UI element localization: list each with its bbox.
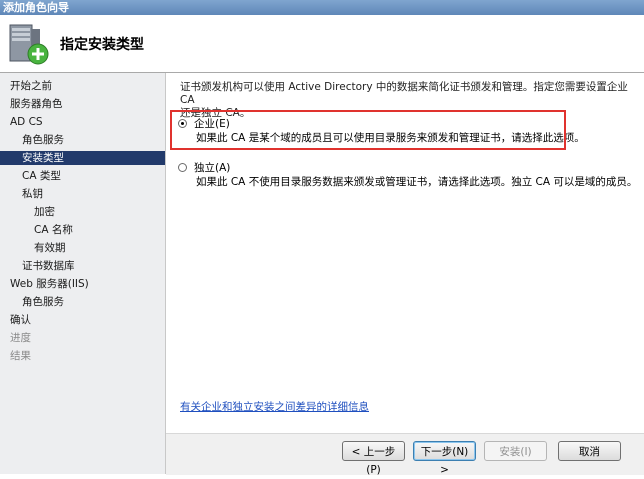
sidebar-item-private-key[interactable]: 私钥: [0, 187, 165, 201]
help-link[interactable]: 有关企业和独立安装之间差异的详细信息: [180, 399, 369, 414]
sidebar-item-ca-type[interactable]: CA 类型: [0, 169, 165, 183]
wizard-header: 指定安装类型: [0, 15, 644, 73]
sidebar-item-ad-cs[interactable]: AD CS: [0, 115, 165, 129]
wizard-sidebar: 开始之前 服务器角色 AD CS 角色服务 安装类型 CA 类型 私钥 加密 C…: [0, 73, 166, 474]
sidebar-item-setup-type[interactable]: 安装类型: [0, 151, 165, 165]
standalone-label[interactable]: 独立(A): [194, 161, 230, 175]
window-title: 添加角色向导: [3, 1, 69, 14]
install-button: 安装(I): [484, 441, 547, 461]
sidebar-item-confirmation[interactable]: 确认: [0, 313, 165, 327]
sidebar-item-web-role-services[interactable]: 角色服务: [0, 295, 165, 309]
standalone-radio[interactable]: [178, 163, 187, 172]
cancel-button[interactable]: 取消: [558, 441, 621, 461]
sidebar-item-ca-name[interactable]: CA 名称: [0, 223, 165, 237]
sidebar-item-progress: 进度: [10, 332, 31, 344]
previous-button[interactable]: < 上一步(P): [342, 441, 405, 476]
wizard-footer: < 上一步(P) 下一步(N) > 安装(I) 取消: [166, 433, 644, 476]
sidebar-item-web-server[interactable]: Web 服务器(IIS): [0, 277, 165, 291]
annotation-highlight-box: [170, 110, 566, 150]
server-add-icon: [9, 24, 49, 65]
sidebar-item-cryptography[interactable]: 加密: [0, 205, 165, 219]
page-title: 指定安装类型: [60, 37, 144, 53]
next-button[interactable]: 下一步(N) >: [413, 441, 476, 476]
standalone-description: 如果此 CA 不使用目录服务数据来颁发或管理证书，请选择此选项。独立 CA 可以…: [196, 176, 638, 188]
sidebar-item-results: 结果: [10, 350, 31, 362]
window-title-bar: 添加角色向导: [0, 0, 644, 15]
sidebar-item-validity-period[interactable]: 有效期: [0, 241, 165, 255]
sidebar-item-server-roles[interactable]: 服务器角色: [0, 97, 165, 111]
intro-line-1: 证书颁发机构可以使用 Active Directory 中的数据来简化证书颁发和…: [180, 81, 628, 106]
sidebar-item-certificate-database[interactable]: 证书数据库: [0, 259, 165, 273]
sidebar-item-role-services[interactable]: 角色服务: [0, 133, 165, 147]
sidebar-item-before-you-begin[interactable]: 开始之前: [0, 79, 165, 93]
